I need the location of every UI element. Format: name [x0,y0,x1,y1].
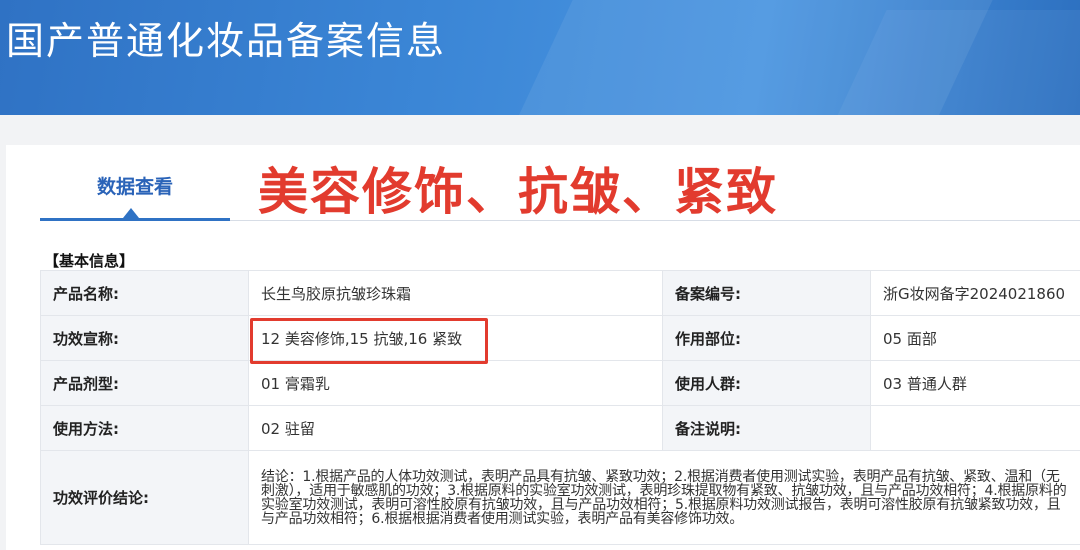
annotation-overlay: 美容修饰、抗皱、紧致 [258,163,778,221]
row-value: 03 普通人群 [870,360,1080,406]
table-row: 功效宣称: 12 美容修饰,15 抗皱,16 紧致 作用部位: 05 面部 [40,315,1080,361]
page-title: 国产普通化妆品备案信息 [6,19,447,63]
annotation-highlight-box [250,318,488,364]
row-label: 使用方法: [40,405,249,451]
content-panel: 数据查看 美容修饰、抗皱、紧致 【基本信息】 产品名称: 长生鸟胶原抗皱珍珠霜 … [6,145,1080,550]
row-label: 功效宣称: [40,315,249,361]
row-value: 长生鸟胶原抗皱珍珠霜 [248,270,663,316]
table-row: 功效评价结论: 结论：1.根据产品的人体功效测试，表明产品具有抗皱、紧致功效；2… [40,450,1080,545]
row-value: 05 面部 [870,315,1080,361]
info-table: 产品名称: 长生鸟胶原抗皱珍珠霜 备案编号: 浙G妆网备字2024021860 … [40,270,1080,545]
row-value [870,405,1080,451]
row-value: 02 驻留 [248,405,663,451]
row-label: 备案编号: [662,270,871,316]
table-row: 使用方法: 02 驻留 备注说明: [40,405,1080,451]
tab-active-indicator [40,218,230,221]
row-value: 01 膏霜乳 [248,360,663,406]
table-row: 产品剂型: 01 膏霜乳 使用人群: 03 普通人群 [40,360,1080,406]
row-label: 使用人群: [662,360,871,406]
conclusion-text: 结论：1.根据产品的人体功效测试，表明产品具有抗皱、紧致功效；2.根据消费者使用… [248,450,1080,545]
row-label: 产品剂型: [40,360,249,406]
row-label: 作用部位: [662,315,871,361]
row-value: 浙G妆网备字2024021860 [870,270,1080,316]
row-label: 备注说明: [662,405,871,451]
table-row: 产品名称: 长生鸟胶原抗皱珍珠霜 备案编号: 浙G妆网备字2024021860 [40,270,1080,316]
section-title-basic-info: 【基本信息】 [44,252,135,270]
row-label: 产品名称: [40,270,249,316]
header-banner: 国产普通化妆品备案信息 [0,0,1080,115]
row-label: 功效评价结论: [40,450,249,545]
tab-caret-icon [123,208,139,218]
